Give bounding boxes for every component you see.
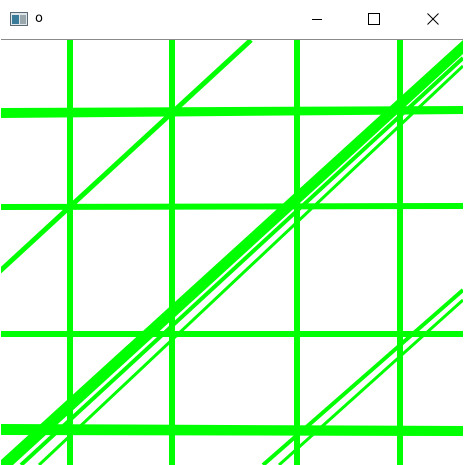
close-button[interactable] <box>410 0 456 38</box>
diagonal-line <box>261 288 463 465</box>
detected-lines-image <box>1 39 463 465</box>
lines-canvas <box>1 40 463 465</box>
app-window-icon <box>10 11 28 26</box>
maximize-button[interactable] <box>351 0 397 38</box>
diagonal-line <box>19 56 463 465</box>
close-icon <box>427 10 439 29</box>
window-title: o <box>35 11 43 26</box>
title-bar[interactable]: o <box>0 0 464 38</box>
app-window: o <box>0 0 464 465</box>
minimize-icon <box>311 10 323 29</box>
diagonal-line <box>1 40 253 274</box>
minimize-button[interactable] <box>294 0 340 38</box>
maximize-icon <box>368 10 380 29</box>
diagonal-line <box>277 298 463 465</box>
